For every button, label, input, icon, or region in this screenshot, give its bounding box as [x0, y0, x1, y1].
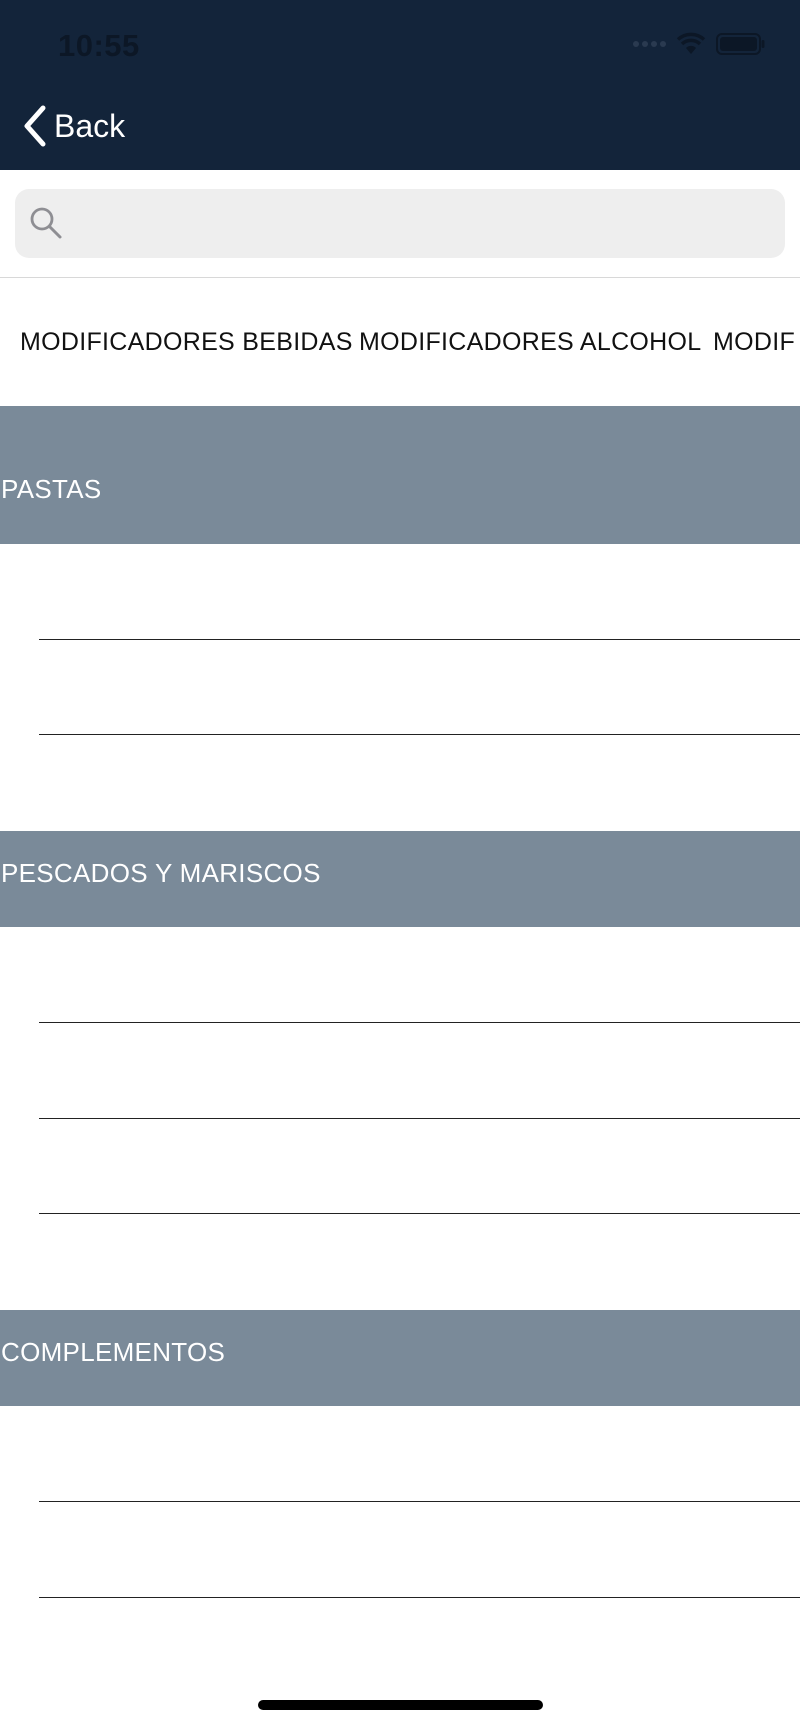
back-label: Back	[54, 107, 126, 144]
list-item[interactable]	[0, 544, 800, 640]
battery-icon	[716, 33, 765, 55]
category-tabs: MODIFICADORES BEBIDAS MODIFICADORES ALCO…	[0, 278, 800, 406]
chevron-left-icon	[24, 105, 46, 147]
status-time: 10:55	[58, 28, 140, 63]
search-bar[interactable]	[15, 189, 785, 258]
section-header-pescados-y-mariscos: PESCADOS Y MARISCOS	[0, 831, 800, 927]
list-item[interactable]	[0, 1406, 800, 1502]
list-item[interactable]	[0, 640, 800, 736]
section-title: PASTAS	[1, 474, 102, 504]
list-item[interactable]	[0, 1502, 800, 1598]
list-item[interactable]	[0, 735, 800, 831]
section-header-pastas: PASTAS	[0, 406, 800, 544]
back-button[interactable]: Back	[22, 104, 125, 148]
section-header-complementos: COMPLEMENTOS	[0, 1310, 800, 1406]
search-icon	[30, 207, 62, 239]
menu-screen: 10:55 Back MODIFICADORES BEBIDAS MODIFIC…	[0, 0, 800, 1731]
tab-modificadores-alcohol[interactable]: MODIFICADORES ALCOHOL	[359, 328, 701, 357]
list-item[interactable]	[0, 1598, 800, 1694]
section-title: PESCADOS Y MARISCOS	[1, 858, 321, 888]
tab-modificadores-more[interactable]: MODIF	[713, 328, 795, 357]
home-indicator[interactable]	[258, 1700, 543, 1710]
section-title: COMPLEMENTOS	[1, 1337, 226, 1367]
wifi-icon	[676, 32, 706, 54]
tab-modificadores-bebidas[interactable]: MODIFICADORES BEBIDAS	[20, 328, 353, 357]
navigation-header: 10:55 Back	[0, 0, 800, 170]
list-item[interactable]	[0, 1119, 800, 1215]
cellular-signal-icon	[633, 41, 666, 47]
list-item[interactable]	[0, 1023, 800, 1119]
search-input[interactable]	[79, 189, 769, 258]
list-item[interactable]	[0, 927, 800, 1023]
search-area	[0, 170, 800, 278]
status-icons	[633, 32, 766, 56]
list-item[interactable]	[0, 1214, 800, 1310]
